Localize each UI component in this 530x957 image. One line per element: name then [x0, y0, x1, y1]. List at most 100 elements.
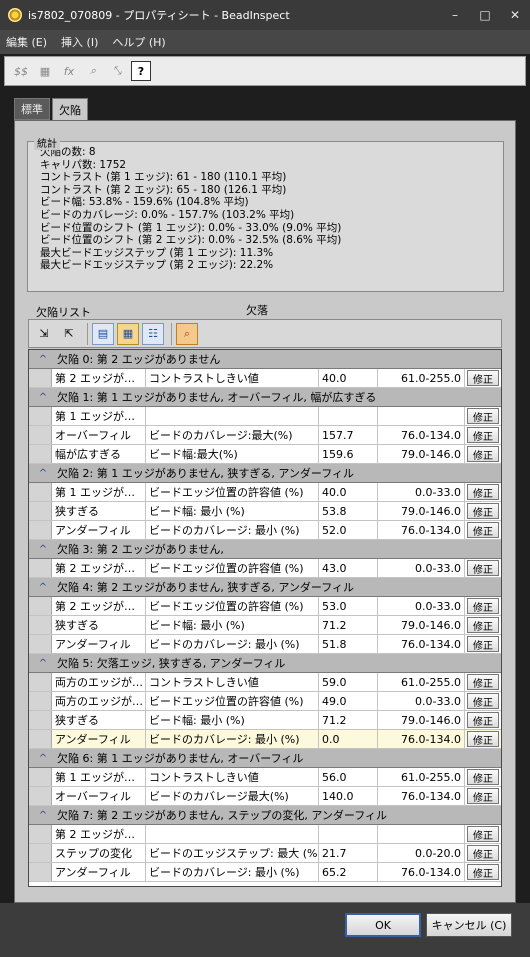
- value-cell: 65.2: [319, 863, 378, 881]
- statistics-line: コントラスト (第 1 エッジ): 61 - 180 (110.1 平均): [40, 171, 287, 184]
- defect-group-title: 欠陥 3: 第 2 エッジがありません,: [57, 543, 224, 556]
- fix-button[interactable]: 修正: [467, 370, 499, 386]
- defect-group-header[interactable]: ^ 欠陥 3: 第 2 エッジがありません,: [29, 540, 501, 559]
- function-icon[interactable]: fx: [59, 61, 79, 81]
- fix-button[interactable]: 修正: [467, 674, 499, 690]
- defect-row[interactable]: アンダーフィル ビードのカバレージ: 最小 (%) 0.0 76.0-134.0 修正: [29, 730, 501, 749]
- collapse-caret-icon[interactable]: ^: [29, 658, 57, 669]
- collapse-caret-icon[interactable]: ^: [29, 392, 57, 403]
- help-icon[interactable]: ?: [131, 61, 151, 81]
- menu-insert[interactable]: 挿入 (I): [61, 34, 98, 50]
- tab-defects[interactable]: 欠陥: [52, 98, 88, 121]
- parameter-cell: [146, 825, 319, 843]
- collapse-caret-icon[interactable]: ^: [29, 582, 57, 593]
- defect-row[interactable]: 両方のエッジが… ビードエッジ位置の許容値 (%) 49.0 0.0-33.0 修正: [29, 692, 501, 711]
- defect-row[interactable]: オーバーフィル ビードのカバレージ最大(%) 140.0 76.0-134.0 修正: [29, 787, 501, 806]
- toolbar-separator: [87, 322, 88, 345]
- fix-button[interactable]: 修正: [467, 769, 499, 785]
- fix-button[interactable]: 修正: [467, 522, 499, 538]
- statistics-icon[interactable]: $$: [11, 61, 31, 81]
- value-cell: 21.7: [319, 844, 378, 862]
- fix-button[interactable]: 修正: [467, 731, 499, 747]
- fix-button[interactable]: 修正: [467, 788, 499, 804]
- value-cell: 40.0: [319, 483, 378, 501]
- close-button[interactable]: ✕: [500, 5, 530, 25]
- grid-view-icon[interactable]: ▤: [92, 322, 114, 345]
- defect-row[interactable]: 第 2 エッジが… 修正: [29, 825, 501, 844]
- parameter-cell: ビードエッジ位置の許容値 (%): [146, 692, 319, 710]
- defect-group-header[interactable]: ^ 欠陥 5: 欠落エッジ, 狭すぎる, アンダーフィル: [29, 654, 501, 673]
- fix-button[interactable]: 修正: [467, 845, 499, 861]
- table-icon[interactable]: ▦: [35, 61, 55, 81]
- fix-button[interactable]: 修正: [467, 693, 499, 709]
- tab-standard[interactable]: 標準: [14, 98, 50, 120]
- fix-button[interactable]: 修正: [467, 446, 499, 462]
- cancel-button[interactable]: キャンセル (C): [426, 913, 512, 937]
- defect-row[interactable]: アンダーフィル ビードのカバレージ: 最小 (%) 52.0 76.0-134.0 修正: [29, 521, 501, 540]
- statistics-line: 最大ビードエッジステップ (第 1 エッジ): 11.3%: [40, 246, 274, 259]
- value-cell: 157.7: [319, 426, 378, 444]
- defect-group-header[interactable]: ^ 欠陥 4: 第 2 エッジがありません, 狭すぎる, アンダーフィル: [29, 578, 501, 597]
- defect-row[interactable]: 第 2 エッジが… ビードエッジ位置の許容値 (%) 53.0 0.0-33.0 修正: [29, 597, 501, 616]
- fix-cell: 修正: [465, 426, 501, 444]
- range-cell: 76.0-134.0: [378, 426, 465, 444]
- search-defect-icon[interactable]: ⌕: [176, 322, 198, 345]
- value-cell: 159.6: [319, 445, 378, 463]
- ok-button[interactable]: OK: [345, 913, 421, 937]
- fix-button[interactable]: 修正: [467, 598, 499, 614]
- range-cell: 76.0-134.0: [378, 635, 465, 653]
- collapse-caret-icon[interactable]: ^: [29, 354, 57, 365]
- defect-group-header[interactable]: ^ 欠陥 7: 第 2 エッジがありません, ステップの変化, アンダーフィル: [29, 806, 501, 825]
- collapse-caret-icon[interactable]: ^: [29, 468, 57, 479]
- minimize-button[interactable]: –: [440, 5, 470, 25]
- fit-icon[interactable]: ⤡: [107, 61, 127, 81]
- collapse-caret-icon[interactable]: ^: [29, 544, 57, 555]
- maximize-button[interactable]: □: [470, 5, 500, 25]
- list-view-icon[interactable]: ☷: [142, 322, 164, 345]
- parameter-cell: ビード幅: 最小 (%): [146, 502, 319, 520]
- range-cell: 61.0-255.0: [378, 369, 465, 387]
- defect-row[interactable]: 第 2 エッジが… コントラストしきい値 40.0 61.0-255.0 修正: [29, 369, 501, 388]
- defect-row[interactable]: オーバーフィル ビードのカバレージ:最大(%) 157.7 76.0-134.0 修正: [29, 426, 501, 445]
- value-cell: 52.0: [319, 521, 378, 539]
- defect-row[interactable]: 狭すぎる ビード幅: 最小 (%) 71.2 79.0-146.0 修正: [29, 616, 501, 635]
- defect-row[interactable]: アンダーフィル ビードのカバレージ: 最小 (%) 51.8 76.0-134.0 修正: [29, 635, 501, 654]
- statistics-line: 最大ビードエッジステップ (第 2 エッジ): 22.2%: [40, 259, 274, 272]
- value-cell: 140.0: [319, 787, 378, 805]
- fix-button[interactable]: 修正: [467, 864, 499, 880]
- defect-row[interactable]: 第 1 エッジが… ビードエッジ位置の許容値 (%) 40.0 0.0-33.0 修正: [29, 483, 501, 502]
- defect-row[interactable]: 狭すぎる ビード幅: 最小 (%) 53.8 79.0-146.0 修正: [29, 502, 501, 521]
- defect-row[interactable]: 両方のエッジが… コントラストしきい値 59.0 61.0-255.0 修正: [29, 673, 501, 692]
- collapse-all-icon[interactable]: ⇱: [58, 323, 80, 345]
- defect-group-header[interactable]: ^ 欠陥 1: 第 1 エッジがありません, オーバーフィル, 幅が広すぎる: [29, 388, 501, 407]
- zoom-icon[interactable]: ⌕: [83, 61, 103, 81]
- menu-help[interactable]: ヘルプ (H): [112, 34, 165, 50]
- defect-group-header[interactable]: ^ 欠陥 2: 第 1 エッジがありません, 狭すぎる, アンダーフィル: [29, 464, 501, 483]
- fix-button[interactable]: 修正: [467, 617, 499, 633]
- defect-row[interactable]: 第 1 エッジが… 修正: [29, 407, 501, 426]
- defect-group-header[interactable]: ^ 欠陥 6: 第 1 エッジがありません, オーバーフィル: [29, 749, 501, 768]
- menu-edit[interactable]: 編集 (E): [6, 34, 47, 50]
- fix-button[interactable]: 修正: [467, 484, 499, 500]
- fix-button[interactable]: 修正: [467, 427, 499, 443]
- parameter-cell: ビードのエッジステップ: 最大 (%): [146, 844, 319, 862]
- defect-row[interactable]: 狭すぎる ビード幅: 最小 (%) 71.2 79.0-146.0 修正: [29, 711, 501, 730]
- defect-row[interactable]: 第 1 エッジが… コントラストしきい値 56.0 61.0-255.0 修正: [29, 768, 501, 787]
- defect-row[interactable]: 第 2 エッジが… ビードエッジ位置の許容値 (%) 43.0 0.0-33.0 修正: [29, 559, 501, 578]
- fix-button[interactable]: 修正: [467, 503, 499, 519]
- range-cell: 79.0-146.0: [378, 445, 465, 463]
- fix-button[interactable]: 修正: [467, 408, 499, 424]
- fix-button[interactable]: 修正: [467, 826, 499, 842]
- detail-view-icon[interactable]: ▦: [117, 322, 139, 345]
- fix-button[interactable]: 修正: [467, 636, 499, 652]
- fix-button[interactable]: 修正: [467, 560, 499, 576]
- collapse-caret-icon[interactable]: ^: [29, 810, 57, 821]
- defect-row[interactable]: ステップの変化 ビードのエッジステップ: 最大 (%) 21.7 0.0-20.0 修正: [29, 844, 501, 863]
- collapse-caret-icon[interactable]: ^: [29, 753, 57, 764]
- defect-group-header[interactable]: ^ 欠陥 0: 第 2 エッジがありません: [29, 350, 501, 369]
- expand-all-icon[interactable]: ⇲: [33, 323, 55, 345]
- defect-row[interactable]: アンダーフィル ビードのカバレージ: 最小 (%) 65.2 76.0-134.0 修正: [29, 863, 501, 882]
- defect-row[interactable]: 幅が広すぎる ビード幅:最大(%) 159.6 79.0-146.0 修正: [29, 445, 501, 464]
- fix-cell: 修正: [465, 483, 501, 501]
- fix-button[interactable]: 修正: [467, 712, 499, 728]
